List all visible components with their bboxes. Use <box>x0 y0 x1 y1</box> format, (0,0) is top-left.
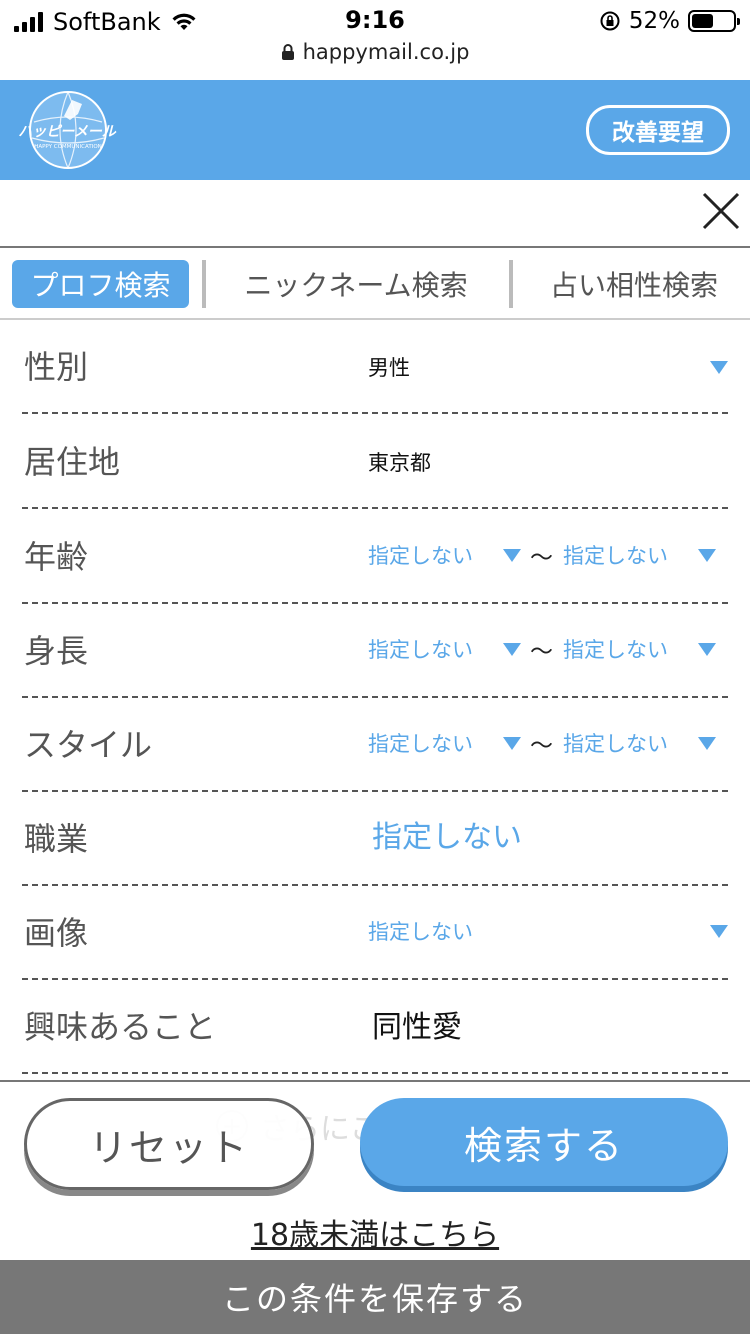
image-label: 画像 <box>24 914 89 952</box>
row-age: 年齢 指定しない 〜 指定しない <box>22 510 728 604</box>
reset-button[interactable]: リセット <box>24 1098 314 1190</box>
happymail-logo[interactable]: ハッピーメール HAPPY COMMUNICATION <box>12 86 122 174</box>
tab-divider <box>202 260 206 308</box>
gender-select[interactable]: 男性 <box>368 352 410 382</box>
url-bar[interactable]: happymail.co.jp <box>0 40 750 64</box>
style-to-select[interactable]: 指定しない <box>563 728 668 758</box>
row-residence[interactable]: 居住地 東京都 <box>22 415 728 509</box>
under18-link-wrap: 18歳未満はこちら <box>0 1210 750 1254</box>
bottom-divider <box>0 1080 750 1082</box>
chevron-down-icon[interactable] <box>503 549 521 562</box>
chevron-down-icon[interactable] <box>503 643 521 656</box>
status-right: 52% <box>599 8 740 34</box>
range-separator: 〜 <box>530 639 553 665</box>
chevron-down-icon[interactable] <box>710 925 728 938</box>
row-image[interactable]: 画像 指定しない <box>22 886 728 980</box>
lock-icon <box>281 44 294 60</box>
site-header: ハッピーメール HAPPY COMMUNICATION 改善要望 <box>0 80 750 180</box>
occupation-label: 職業 <box>24 820 89 858</box>
save-conditions-button[interactable]: この条件を保存する <box>0 1260 750 1334</box>
search-tabs: プロフ検索 ニックネーム検索 占い相性検索 <box>0 248 750 320</box>
search-button[interactable]: 検索する <box>360 1098 728 1186</box>
battery-percent: 52% <box>628 8 680 34</box>
battery-icon <box>688 10 740 32</box>
tab-nickname-search[interactable]: ニックネーム検索 <box>212 260 500 308</box>
tab-profile-search[interactable]: プロフ検索 <box>12 260 189 308</box>
tab-fortune-search[interactable]: 占い相性検索 <box>518 260 750 308</box>
logo-text: ハッピーメール <box>18 124 116 140</box>
chevron-down-icon[interactable] <box>503 737 521 750</box>
residence-label: 居住地 <box>24 443 121 481</box>
interests-label: 興味あること <box>24 1008 217 1046</box>
url-text: happymail.co.jp <box>302 40 470 64</box>
under18-link[interactable]: 18歳未満はこちら <box>251 1218 499 1253</box>
style-label: スタイル <box>24 726 153 764</box>
row-style: スタイル 指定しない 〜 指定しない <box>22 698 728 792</box>
row-height: 身長 指定しない 〜 指定しない <box>22 604 728 698</box>
age-from-select[interactable]: 指定しない <box>368 540 473 570</box>
gender-label: 性別 <box>24 348 89 386</box>
height-label: 身長 <box>24 632 89 670</box>
style-from-select[interactable]: 指定しない <box>368 728 473 758</box>
age-label: 年齢 <box>24 538 89 576</box>
battery-fill <box>692 14 713 28</box>
rotation-lock-icon <box>600 11 620 31</box>
occupation-select[interactable]: 指定しない <box>372 812 522 856</box>
improvement-request-button[interactable]: 改善要望 <box>586 105 730 155</box>
age-to-select[interactable]: 指定しない <box>563 540 668 570</box>
range-separator: 〜 <box>530 733 553 759</box>
status-bar: SoftBank 9:16 52% happymail.co.jp <box>0 0 750 80</box>
range-separator: 〜 <box>530 545 553 571</box>
tab-divider <box>509 260 513 308</box>
interests-value[interactable]: 同性愛 <box>372 1002 462 1046</box>
row-interests[interactable]: 興味あること 同性愛 <box>22 980 728 1074</box>
close-bar <box>0 180 750 248</box>
logo-subtext: HAPPY COMMUNICATION <box>34 144 102 150</box>
row-occupation[interactable]: 職業 指定しない <box>22 792 728 886</box>
image-select[interactable]: 指定しない <box>368 916 473 946</box>
row-gender[interactable]: 性別 男性 <box>22 320 728 414</box>
height-from-select[interactable]: 指定しない <box>368 634 473 664</box>
chevron-down-icon[interactable] <box>698 549 716 562</box>
height-to-select[interactable]: 指定しない <box>563 634 668 664</box>
chevron-down-icon[interactable] <box>698 737 716 750</box>
residence-value[interactable]: 東京都 <box>368 447 431 477</box>
chevron-down-icon[interactable] <box>710 361 728 374</box>
close-icon[interactable] <box>702 192 740 230</box>
chevron-down-icon[interactable] <box>698 643 716 656</box>
